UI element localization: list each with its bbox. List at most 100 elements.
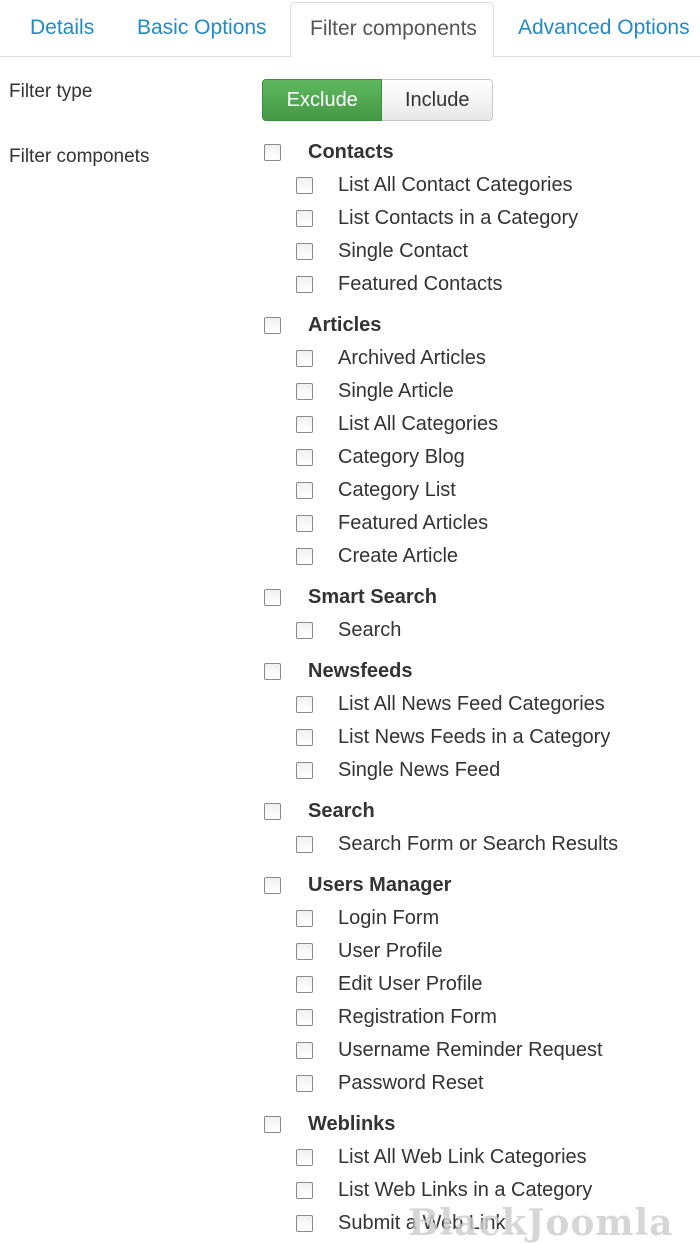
component-item-row: Archived Articles	[296, 343, 486, 373]
item-checkbox[interactable]	[296, 176, 313, 194]
tab-basic-options[interactable]: Basic Options	[137, 0, 267, 57]
component-item-row: Create Article	[296, 541, 458, 571]
item-checkbox[interactable]	[296, 514, 313, 532]
item-checkbox[interactable]	[296, 1181, 313, 1199]
item-label: Single News Feed	[338, 758, 501, 781]
group-checkbox[interactable]	[264, 588, 281, 606]
watermark: BlackJoomla	[408, 1202, 674, 1244]
group-label: Newsfeeds	[308, 659, 413, 682]
item-checkbox[interactable]	[296, 209, 313, 227]
item-checkbox[interactable]	[296, 242, 313, 260]
group-checkbox[interactable]	[264, 662, 281, 680]
item-checkbox[interactable]	[296, 547, 313, 565]
item-label: List Contacts in a Category	[338, 206, 579, 229]
component-group-row: Search	[264, 796, 375, 826]
group-label: Smart Search	[308, 585, 437, 608]
item-checkbox[interactable]	[296, 481, 313, 499]
item-label: Login Form	[338, 906, 440, 929]
component-item-row: Category Blog	[296, 442, 465, 472]
item-checkbox[interactable]	[296, 349, 313, 367]
component-item-row: Category List	[296, 475, 456, 505]
component-item-row: Registration Form	[296, 1002, 497, 1032]
item-label: List All Web Link Categories	[338, 1145, 587, 1168]
group-checkbox[interactable]	[264, 876, 281, 894]
component-item-row: Username Reminder Request	[296, 1035, 603, 1065]
item-label: User Profile	[338, 939, 443, 962]
item-checkbox[interactable]	[296, 909, 313, 927]
component-item-row: Search	[296, 615, 401, 645]
item-checkbox[interactable]	[296, 275, 313, 293]
item-label: Username Reminder Request	[338, 1038, 603, 1061]
item-checkbox[interactable]	[296, 1074, 313, 1092]
filter-type-label: Filter type	[9, 81, 93, 102]
component-group-row: Weblinks	[264, 1109, 395, 1139]
group-checkbox[interactable]	[264, 143, 281, 161]
component-item-row: List Web Links in a Category	[296, 1175, 592, 1205]
component-item-row: Single Article	[296, 376, 454, 406]
item-label: Registration Form	[338, 1005, 497, 1028]
item-checkbox[interactable]	[296, 382, 313, 400]
item-label: Search	[338, 618, 402, 641]
item-label: List All Contact Categories	[338, 173, 573, 196]
component-item-row: List News Feeds in a Category	[296, 722, 610, 752]
item-label: List All News Feed Categories	[338, 692, 605, 715]
item-label: List Web Links in a Category	[338, 1178, 593, 1201]
item-label: Edit User Profile	[338, 972, 483, 995]
component-item-row: Search Form or Search Results	[296, 829, 618, 859]
component-group-row: Users Manager	[264, 870, 451, 900]
component-group-row: Smart Search	[264, 582, 437, 612]
item-checkbox[interactable]	[296, 695, 313, 713]
item-label: Category List	[338, 478, 456, 501]
item-label: List News Feeds in a Category	[338, 725, 611, 748]
component-group-row: Contacts	[264, 137, 394, 167]
tab-advanced-options[interactable]: Advanced Options	[518, 0, 690, 57]
item-checkbox[interactable]	[296, 621, 313, 639]
item-checkbox[interactable]	[296, 415, 313, 433]
component-item-row: User Profile	[296, 936, 442, 966]
item-checkbox[interactable]	[296, 1008, 313, 1026]
item-checkbox[interactable]	[296, 448, 313, 466]
item-checkbox[interactable]	[296, 835, 313, 853]
item-checkbox[interactable]	[296, 975, 313, 993]
item-checkbox[interactable]	[296, 761, 313, 779]
item-label: Single Article	[338, 379, 454, 402]
item-checkbox[interactable]	[296, 1148, 313, 1166]
component-item-row: List All News Feed Categories	[296, 689, 605, 719]
group-checkbox[interactable]	[264, 802, 281, 820]
item-checkbox[interactable]	[296, 1214, 313, 1232]
component-item-row: List Contacts in a Category	[296, 203, 578, 233]
item-label: Create Article	[338, 544, 459, 567]
item-label: Featured Contacts	[338, 272, 503, 295]
tab-filter-components[interactable]: Filter components	[290, 2, 494, 58]
group-checkbox[interactable]	[264, 1115, 281, 1133]
group-label: Contacts	[308, 140, 394, 163]
component-item-row: Edit User Profile	[296, 969, 483, 999]
tab-details[interactable]: Details	[30, 0, 94, 57]
item-checkbox[interactable]	[296, 942, 313, 960]
item-checkbox[interactable]	[296, 1041, 313, 1059]
include-button[interactable]: Include	[382, 79, 493, 121]
item-label: Search Form or Search Results	[338, 832, 619, 855]
component-item-row: Featured Contacts	[296, 269, 503, 299]
group-checkbox[interactable]	[264, 316, 281, 334]
component-item-row: List All Contact Categories	[296, 170, 573, 200]
component-item-row: Single Contact	[296, 236, 468, 266]
item-checkbox[interactable]	[296, 728, 313, 746]
component-item-row: Single News Feed	[296, 755, 500, 785]
component-item-row: List All Categories	[296, 409, 498, 439]
group-label: Search	[308, 799, 375, 822]
group-label: Articles	[308, 313, 382, 336]
component-group-row: Articles	[264, 310, 381, 340]
filter-components-label: Filter componets	[9, 146, 150, 167]
filter-type-toggle: Exclude Include	[262, 79, 493, 121]
component-item-row: Featured Articles	[296, 508, 488, 538]
group-label: Users Manager	[308, 873, 452, 896]
exclude-button[interactable]: Exclude	[262, 79, 383, 121]
component-item-row: Login Form	[296, 903, 439, 933]
item-label: Category Blog	[338, 445, 465, 468]
filter-components-list: Contacts List All Contact Categories List …	[0, 0, 700, 1244]
item-label: List All Categories	[338, 412, 499, 435]
item-label: Featured Articles	[338, 511, 489, 534]
component-item-row: List All Web Link Categories	[296, 1142, 587, 1172]
item-label: Archived Articles	[338, 346, 486, 369]
